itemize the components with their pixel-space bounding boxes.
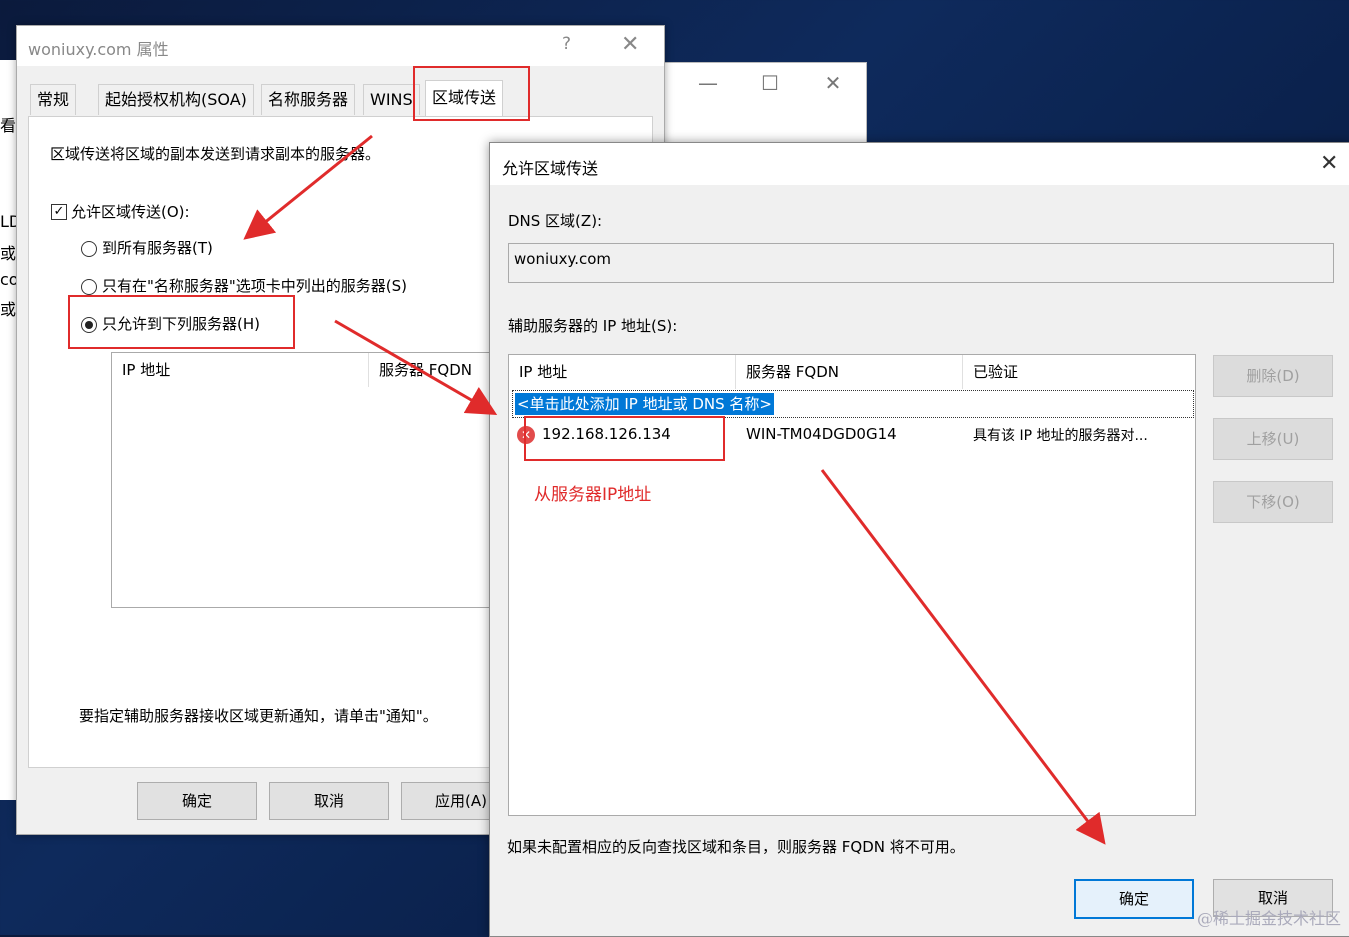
arrow-to-radio [243, 134, 373, 240]
annotation-arrows [243, 134, 1106, 845]
arrow-to-ok [820, 469, 1106, 845]
arrow-to-add-row [334, 319, 498, 416]
watermark: @稀土掘金技术社区 [1196, 909, 1341, 928]
